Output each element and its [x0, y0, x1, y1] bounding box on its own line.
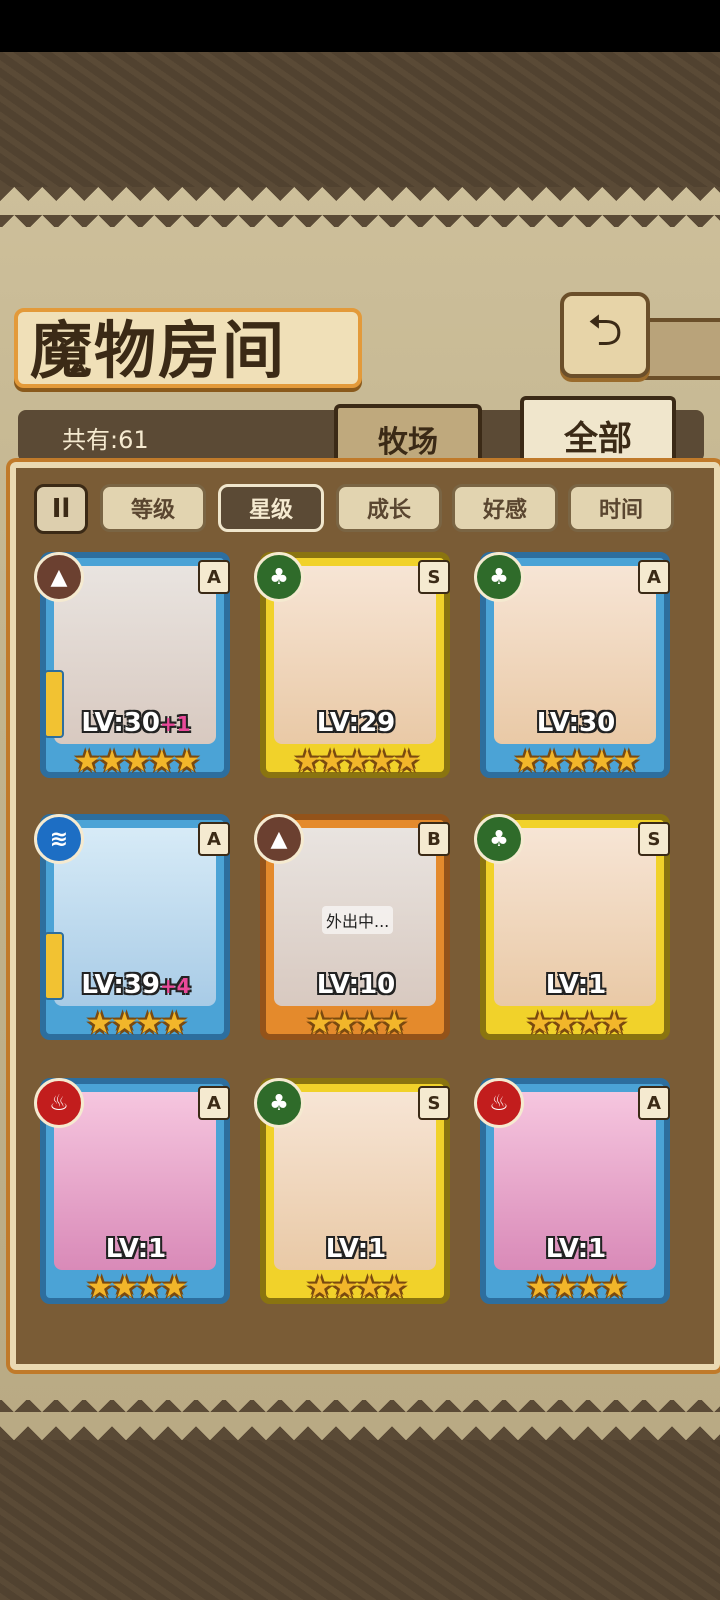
rank-badge: S — [638, 822, 670, 856]
level-label: LV:1 — [254, 1234, 458, 1264]
star-rating: ★★★★ — [526, 1270, 628, 1305]
level-text: LV:1 — [105, 1234, 167, 1264]
fire-element-icon: ♨ — [34, 1078, 84, 1128]
rank-badge: S — [418, 560, 450, 594]
rank-badge: B — [418, 822, 450, 856]
level-text: LV:1 — [325, 1234, 387, 1264]
monster-card[interactable]: ♣ S LV:1 ★★★★ — [474, 814, 678, 1054]
monster-count: 共有:61 — [62, 426, 149, 454]
star-rating: ★★★★ — [306, 1006, 408, 1041]
level-label: LV:1 — [34, 1234, 238, 1264]
filter-affection[interactable]: 好感 — [452, 484, 558, 532]
rank-badge: A — [638, 560, 670, 594]
tab-farm[interactable]: 牧场 — [334, 404, 482, 470]
tab-all[interactable]: 全部 — [520, 396, 676, 470]
leaf-element-icon: ♣ — [474, 552, 524, 602]
page-title: 魔物房间 — [30, 314, 287, 387]
leaf-element-icon: ♣ — [254, 552, 304, 602]
rank-badge: A — [198, 560, 230, 594]
leaf-element-icon: ♣ — [254, 1078, 304, 1128]
filter-growth[interactable]: 成长 — [336, 484, 442, 532]
filter-level[interactable]: 等级 — [100, 484, 206, 532]
map-background-bottom — [0, 1440, 720, 1600]
monster-card[interactable]: ♣ S LV:1 ★★★★ — [254, 1078, 458, 1318]
torn-edge-top — [0, 187, 720, 227]
monster-card[interactable]: ≋ A LV:39+4 ★★★★ — [34, 814, 238, 1054]
away-status: 外出中... — [322, 906, 394, 934]
star-rating: ★★★★★ — [293, 744, 420, 779]
star-rating: ★★★★★ — [513, 744, 640, 779]
return-icon: ⮌ — [587, 304, 623, 356]
water-element-icon: ≋ — [34, 814, 84, 864]
back-button-rail — [642, 318, 720, 380]
level-label: LV:10 — [254, 970, 458, 1000]
monster-card[interactable]: ♣ A LV:30 ★★★★★ — [474, 552, 678, 792]
rank-badge: A — [198, 1086, 230, 1120]
star-rating: ★★★★ — [526, 1006, 628, 1041]
level-plus: +4 — [159, 974, 191, 998]
level-label: LV:1 — [474, 970, 678, 1000]
level-text: LV:30 — [81, 708, 160, 738]
monster-card[interactable]: ▲ A LV:30+1 ★★★★★ — [34, 552, 238, 792]
filter-stars[interactable]: 星级 — [218, 484, 324, 532]
star-rating: ★★★★ — [86, 1270, 188, 1305]
rank-badge: A — [198, 822, 230, 856]
monster-card[interactable]: ♨ A LV:1 ★★★★ — [474, 1078, 678, 1318]
level-text: LV:39 — [81, 970, 160, 1000]
rank-badge: A — [638, 1086, 670, 1120]
status-bar — [0, 0, 720, 52]
leaf-element-icon: ♣ — [474, 814, 524, 864]
monster-card[interactable]: ▲ B 外出中... LV:10 ★★★★ — [254, 814, 458, 1054]
star-rating: ★★★★ — [306, 1270, 408, 1305]
map-background-top — [0, 52, 720, 187]
level-label: LV:39+4 — [34, 970, 238, 1000]
level-text: LV:10 — [316, 970, 396, 1000]
earth-element-icon: ▲ — [254, 814, 304, 864]
torn-edge-bottom — [0, 1400, 720, 1440]
back-button[interactable]: ⮌ — [560, 292, 650, 378]
star-rating: ★★★★★ — [73, 744, 200, 779]
star-rating: ★★★★ — [86, 1006, 188, 1041]
fire-element-icon: ♨ — [474, 1078, 524, 1128]
level-label: LV:29 — [254, 708, 458, 738]
rank-badge: S — [418, 1086, 450, 1120]
level-text: LV:1 — [545, 970, 607, 1000]
level-text: LV:30 — [536, 708, 616, 738]
level-label: LV:30+1 — [34, 708, 238, 738]
level-label: LV:30 — [474, 708, 678, 738]
sort-order-toggle[interactable]: Il — [34, 484, 88, 534]
earth-element-icon: ▲ — [34, 552, 84, 602]
level-text: LV:29 — [316, 708, 396, 738]
filter-time[interactable]: 时间 — [568, 484, 674, 532]
level-plus: +1 — [159, 712, 191, 736]
level-text: LV:1 — [545, 1234, 607, 1264]
level-label: LV:1 — [474, 1234, 678, 1264]
monster-card[interactable]: ♣ S LV:29 ★★★★★ — [254, 552, 458, 792]
monster-card[interactable]: ♨ A LV:1 ★★★★ — [34, 1078, 238, 1318]
